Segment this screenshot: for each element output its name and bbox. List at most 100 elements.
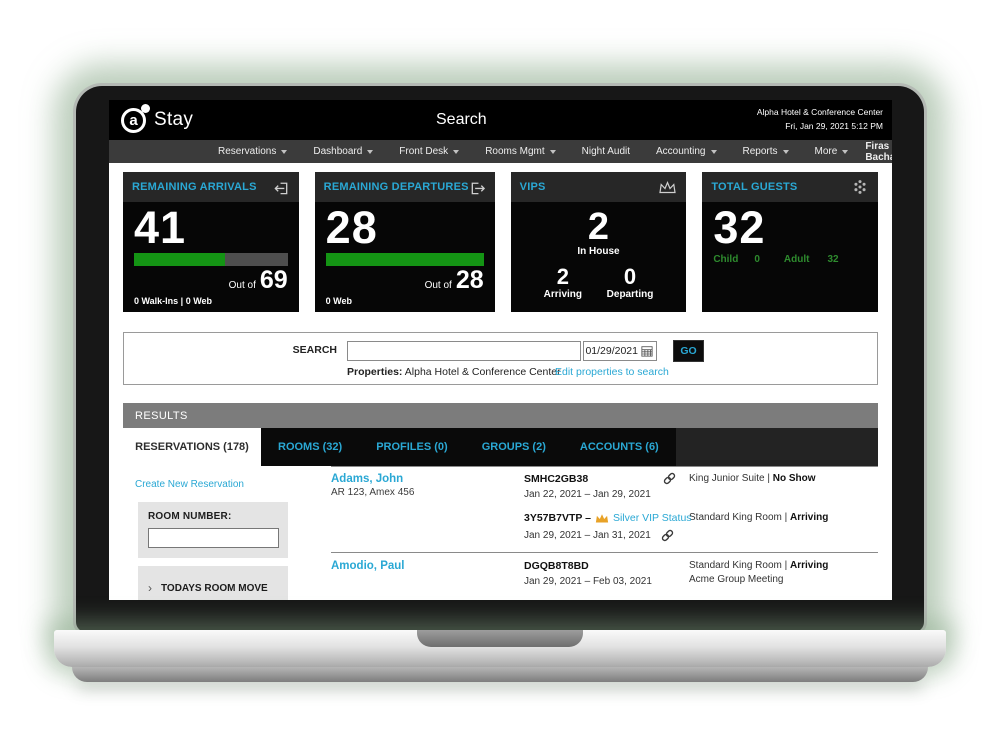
vips-arriving: 2 Arriving xyxy=(544,265,582,300)
guest-cell xyxy=(331,512,524,543)
gold-crown-icon xyxy=(595,513,609,524)
go-button[interactable]: GO xyxy=(673,340,704,362)
vips-arriving-label: Arriving xyxy=(544,289,582,300)
chevron-down-icon xyxy=(367,150,373,154)
row-divider: Amodio, Paul DGQB8T8BD Jan 29, 2021 – Fe… xyxy=(331,552,878,587)
confirmation-number: 3Y57B7VTP – xyxy=(524,512,591,524)
stay-dates-line: Jan 29, 2021 – Jan 31, 2021 xyxy=(524,528,689,543)
guest-name-link[interactable]: Amodio, Paul xyxy=(331,560,524,572)
guest-name-link[interactable]: Adams, John xyxy=(331,473,524,485)
logo-text: Stay xyxy=(154,109,193,131)
card-header: TOTAL GUESTS xyxy=(702,172,878,202)
card-body: 28 Out of 28 0 Web xyxy=(315,202,495,312)
card-title: TOTAL GUESTS xyxy=(711,181,797,193)
nav-item-reports[interactable]: Reports xyxy=(730,146,802,157)
results-tabs: RESERVATIONS (178) ROOMS (32) PROFILES (… xyxy=(123,428,878,466)
chevron-down-icon xyxy=(842,150,848,154)
tab-profiles[interactable]: PROFILES (0) xyxy=(359,428,465,466)
search-properties: Properties: Alpha Hotel & Conference Cen… xyxy=(347,366,561,378)
nav-item-reservations[interactable]: Reservations xyxy=(205,146,300,157)
door-arrow-out-icon xyxy=(469,179,486,196)
confirmation-line: 3Y57B7VTP – Silver VIP Status xyxy=(524,512,689,524)
vip-status-link[interactable]: Silver VIP Status xyxy=(613,512,692,524)
reservation-row: Adams, John AR 123, Amex 456 SMHC2GB38 J… xyxy=(331,473,878,500)
vips-departing: 0 Departing xyxy=(607,265,654,300)
reservation-row: 3Y57B7VTP – Silver VIP Status Jan 29, 20… xyxy=(331,512,878,543)
confirmation-cell: DGQB8T8BD Jan 29, 2021 – Feb 03, 2021 xyxy=(524,560,689,587)
room-number-input[interactable] xyxy=(148,528,279,548)
search-date-field[interactable]: 01/29/2021 xyxy=(583,341,657,361)
link-icon[interactable] xyxy=(662,471,677,491)
laptop-bezel: a Stay Search Alpha Hotel & Conference C… xyxy=(76,86,924,632)
main-content: REMAINING ARRIVALS 41 Out of xyxy=(109,172,892,600)
tab-accounts[interactable]: ACCOUNTS (6) xyxy=(563,428,676,466)
search-date-value: 01/29/2021 xyxy=(585,345,638,357)
room-type: Standard King Room | xyxy=(689,560,790,571)
header-meta: Alpha Hotel & Conference Center Fri, Jan… xyxy=(757,106,892,133)
nav-item-rooms-mgmt[interactable]: Rooms Mgmt xyxy=(472,146,568,157)
laptop-screen: a Stay Search Alpha Hotel & Conference C… xyxy=(109,100,892,600)
laptop-lid-notch xyxy=(417,630,583,647)
arrivals-value: 41 xyxy=(134,205,288,250)
reservations-list: Adams, John AR 123, Amex 456 SMHC2GB38 J… xyxy=(331,466,878,600)
card-title: VIPS xyxy=(520,181,546,193)
departures-value: 28 xyxy=(326,205,484,250)
arrivals-footer: 0 Walk-Ins | 0 Web xyxy=(134,296,212,306)
nav-item-accounting[interactable]: Accounting xyxy=(643,146,729,157)
departures-out-of: Out of 28 xyxy=(326,266,484,295)
confirmation-cell: 3Y57B7VTP – Silver VIP Status Jan 29, 20… xyxy=(524,512,689,543)
vips-in-house-value: 2 xyxy=(522,208,676,246)
chevron-down-icon xyxy=(711,150,717,154)
crown-icon xyxy=(658,180,677,195)
departures-progress-fill xyxy=(326,253,484,266)
card-header: REMAINING DEPARTURES xyxy=(315,172,495,202)
results-title: RESULTS xyxy=(135,410,188,422)
create-new-reservation-link[interactable]: Create New Reservation xyxy=(135,479,301,490)
link-icon[interactable] xyxy=(660,528,675,543)
nav-user-menu[interactable]: Firas Bacha xyxy=(861,141,892,163)
departures-footer: 0 Web xyxy=(326,296,352,306)
calendar-icon[interactable] xyxy=(641,345,653,357)
nav-item-more[interactable]: More xyxy=(802,146,862,157)
todays-room-move-expander[interactable]: › TODAYS ROOM MOVE xyxy=(138,566,288,600)
card-body: 32 Child 0 Adult 32 xyxy=(702,202,878,312)
reservation-row: Amodio, Paul DGQB8T8BD Jan 29, 2021 – Fe… xyxy=(331,560,878,587)
vips-stats: 2 Arriving 0 Departing xyxy=(522,265,676,300)
edit-properties-link[interactable]: Edit properties to search xyxy=(555,366,669,378)
nav-item-front-desk[interactable]: Front Desk xyxy=(386,146,472,157)
room-status-cell: Standard King Room | Arriving Acme Group… xyxy=(689,560,878,587)
main-nav: Reservations Dashboard Front Desk Rooms … xyxy=(109,140,892,163)
card-title: REMAINING ARRIVALS xyxy=(132,181,257,193)
reservation-status: Arriving xyxy=(790,560,828,571)
card-body: 2 In House 2 Arriving 0 Departing xyxy=(511,202,687,312)
tab-groups[interactable]: GROUPS (2) xyxy=(465,428,563,466)
arrivals-out-of: Out of 69 xyxy=(134,266,288,295)
adult-value: 32 xyxy=(827,254,838,265)
chevron-down-icon xyxy=(550,150,556,154)
results-header-bar: RESULTS xyxy=(123,403,878,428)
laptop-base xyxy=(54,630,946,667)
chevron-down-icon xyxy=(783,150,789,154)
nav-item-night-audit[interactable]: Night Audit xyxy=(569,146,643,157)
card-header: VIPS xyxy=(511,172,687,202)
card-remaining-departures: REMAINING DEPARTURES 28 Out of xyxy=(315,172,495,312)
confirmation-number: DGQB8T8BD xyxy=(524,560,689,572)
confirmation-cell: SMHC2GB38 Jan 22, 2021 – Jan 29, 2021 xyxy=(524,473,689,500)
child-value: 0 xyxy=(754,254,760,265)
properties-value: Alpha Hotel & Conference Center xyxy=(402,366,560,378)
tabs-filler xyxy=(676,428,878,466)
nav-item-dashboard[interactable]: Dashboard xyxy=(300,146,386,157)
search-input[interactable] xyxy=(347,341,581,361)
laptop-base-edge xyxy=(72,667,928,682)
tab-rooms[interactable]: ROOMS (32) xyxy=(261,428,359,466)
adult-label: Adult xyxy=(784,254,810,265)
arrivals-progress xyxy=(134,253,288,266)
vips-in-house-label: In House xyxy=(522,246,676,257)
people-dots-icon xyxy=(851,178,869,196)
tab-reservations[interactable]: RESERVATIONS (178) xyxy=(123,428,261,466)
card-total-guests: TOTAL GUESTS 32 xyxy=(702,172,878,312)
stay-dates: Jan 29, 2021 – Jan 31, 2021 xyxy=(524,530,651,541)
card-body: 41 Out of 69 0 Walk-Ins | 0 Web xyxy=(123,202,299,312)
chevron-right-icon: › xyxy=(148,581,152,595)
child-label: Child xyxy=(713,254,738,265)
